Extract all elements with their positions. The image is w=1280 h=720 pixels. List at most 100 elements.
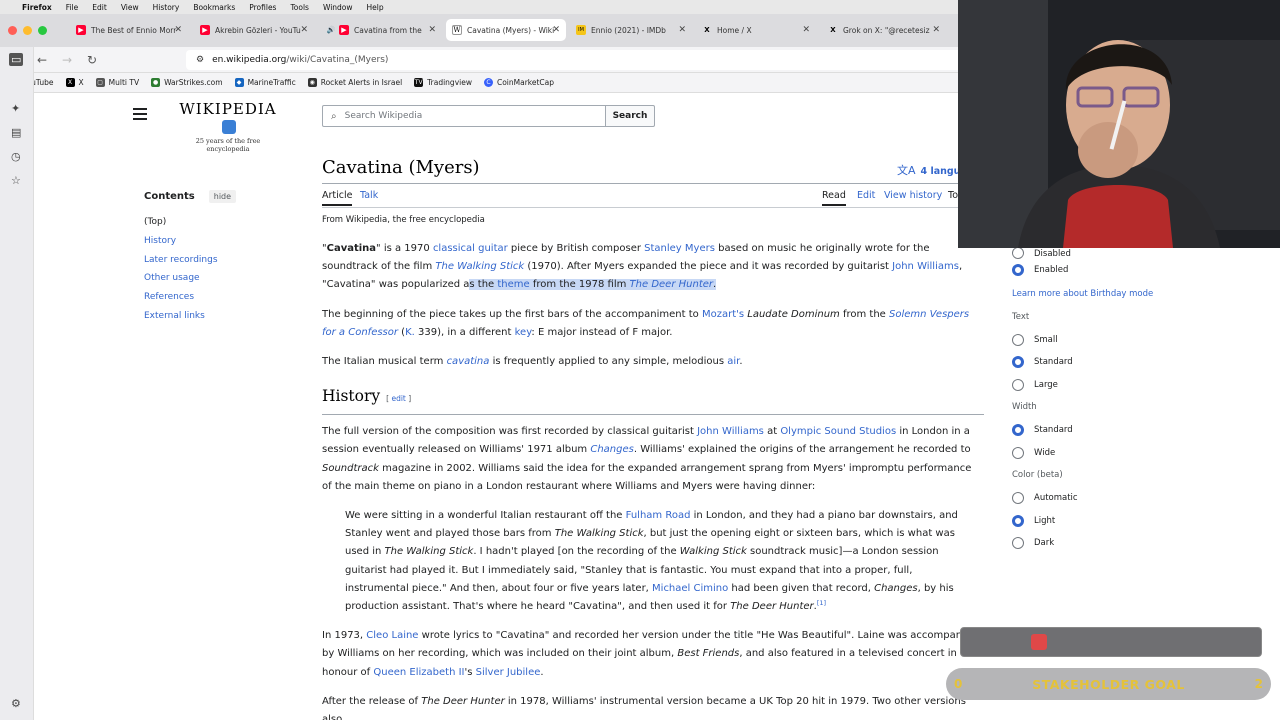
toc-item-references[interactable]: References	[144, 288, 294, 307]
browser-tab[interactable]: X Home / X ✕	[696, 19, 816, 41]
radio-text-small[interactable]: Small	[1012, 329, 1182, 352]
browser-tab[interactable]: IM Ennio (2021) - IMDb ✕	[570, 19, 692, 41]
back-icon[interactable]: ←	[37, 53, 47, 67]
bookmark-tradingview[interactable]: TV Tradingview	[414, 78, 472, 87]
edit-link-text[interactable]: edit	[391, 394, 405, 403]
wikipedia-logo[interactable]: WIKIPEDIA 25 years of the free encyclope…	[178, 100, 278, 153]
radio-button-selected[interactable]	[1012, 356, 1024, 369]
bookmarks-icon[interactable]: ☆	[11, 174, 21, 187]
browser-tab[interactable]: ▶ Akrebin Gözleri - YouTu ✕	[194, 19, 314, 41]
link-theme[interactable]: theme	[497, 279, 529, 290]
bookmark-warstrikes[interactable]: ● WarStrikes.com	[151, 78, 223, 87]
radio-disabled[interactable]: Disabled	[1012, 247, 1182, 259]
radio-button[interactable]	[1012, 378, 1024, 391]
close-tab-icon[interactable]: ✕	[300, 25, 308, 35]
menu-file[interactable]: File	[66, 3, 79, 12]
radio-button[interactable]	[1012, 492, 1024, 505]
menu-app-firefox[interactable]: Firefox	[22, 3, 52, 12]
radio-button-selected[interactable]	[1012, 514, 1024, 527]
tab-talk[interactable]: Talk	[360, 190, 378, 201]
address-bar[interactable]: ⚙ en.wikipedia.org/wiki/Cavatina_(Myers)	[186, 50, 966, 70]
birthday-mode-link[interactable]: Learn more about Birthday mode	[1012, 282, 1182, 306]
radio-button[interactable]	[1012, 333, 1024, 346]
radio-color-light[interactable]: Light	[1012, 510, 1182, 533]
link-cleo-laine[interactable]: Cleo Laine	[366, 630, 418, 641]
browser-tab[interactable]: ▶ The Best of Ennio Morr ✕	[70, 19, 188, 41]
sidebar-tab-icon[interactable]: ▭	[9, 53, 24, 66]
menu-window[interactable]: Window	[323, 3, 353, 12]
toc-item-history[interactable]: History	[144, 232, 294, 251]
history-icon[interactable]: ◷	[11, 150, 21, 163]
link-john-williams[interactable]: John Williams	[697, 426, 764, 437]
close-tab-icon[interactable]: ✕	[552, 25, 560, 35]
radio-enabled[interactable]: Enabled	[1012, 259, 1182, 282]
radio-text-standard[interactable]: Standard	[1012, 351, 1182, 374]
toc-item-later-recordings[interactable]: Later recordings	[144, 251, 294, 270]
radio-color-automatic[interactable]: Automatic	[1012, 487, 1182, 510]
browser-tab[interactable]: 🔊 ▶ Cavatina from the ✕	[320, 19, 442, 41]
settings-icon[interactable]: ⚙	[11, 697, 21, 710]
edit-section-link[interactable]: [ edit ]	[386, 394, 411, 403]
menu-help[interactable]: Help	[367, 3, 384, 12]
radio-button-selected[interactable]	[1012, 264, 1024, 277]
close-tab-icon[interactable]: ✕	[802, 25, 810, 35]
tab-article[interactable]: Article	[322, 190, 353, 206]
zoom-window-icon[interactable]	[38, 26, 47, 35]
browser-tab[interactable]: X Grok on X: "@recetesiz ✕	[822, 19, 946, 41]
link-silver-jubilee[interactable]: Silver Jubilee	[476, 667, 541, 678]
close-tab-icon[interactable]: ✕	[678, 25, 686, 35]
forward-icon[interactable]: →	[62, 53, 72, 67]
browser-tab-active[interactable]: W Cavatina (Myers) - Wiki ✕	[446, 19, 566, 41]
link-fulham-road[interactable]: Fulham Road	[626, 510, 691, 521]
menu-view[interactable]: View	[121, 3, 139, 12]
menu-history[interactable]: History	[153, 3, 180, 12]
link-john-williams[interactable]: John Williams	[892, 261, 959, 272]
ai-chat-icon[interactable]: ✦	[11, 102, 20, 115]
link-the-walking-stick[interactable]: The Walking Stick	[435, 261, 524, 272]
close-tab-icon[interactable]: ✕	[932, 25, 940, 35]
radio-text-large[interactable]: Large	[1012, 374, 1182, 397]
bookmark-rocket-alerts[interactable]: ◉ Rocket Alerts in Israel	[307, 78, 402, 87]
bookmark-coinmarketcap[interactable]: C CoinMarketCap	[483, 78, 554, 87]
radio-button-selected[interactable]	[1012, 424, 1024, 437]
radio-button[interactable]	[1012, 446, 1024, 459]
link-cavatina[interactable]: cavatina	[447, 356, 490, 367]
bookmark-x[interactable]: XX	[65, 78, 84, 87]
minimize-window-icon[interactable]	[23, 26, 32, 35]
tab-tools[interactable]: To	[948, 190, 958, 201]
search-input[interactable]: ⌕ Search Wikipedia	[322, 105, 606, 127]
search-button[interactable]: Search	[605, 105, 655, 127]
radio-color-dark[interactable]: Dark	[1012, 532, 1182, 555]
radio-width-wide[interactable]: Wide	[1012, 442, 1182, 465]
link-changes[interactable]: Changes	[590, 444, 634, 455]
toc-hide-button[interactable]: hide	[208, 190, 237, 203]
close-tab-icon[interactable]: ✕	[174, 25, 182, 35]
synced-tabs-icon[interactable]: ▤	[11, 126, 21, 139]
link-classical-guitar[interactable]: classical guitar	[433, 243, 508, 254]
menu-tools[interactable]: Tools	[290, 3, 308, 12]
link-michael-cimino[interactable]: Michael Cimino	[652, 583, 728, 594]
link-key[interactable]: key	[515, 327, 532, 338]
close-tab-icon[interactable]: ✕	[428, 25, 436, 35]
menu-profiles[interactable]: Profiles	[249, 3, 276, 12]
tab-edit[interactable]: Edit	[857, 190, 875, 201]
bookmark-multi-tv[interactable]: ▢ Multi TV	[95, 78, 139, 87]
menu-bookmarks[interactable]: Bookmarks	[193, 3, 235, 12]
radio-button[interactable]	[1012, 537, 1024, 550]
link-queen-elizabeth-ii[interactable]: Queen Elizabeth II	[373, 667, 464, 678]
link-air[interactable]: air	[727, 356, 739, 367]
link-solemn-vespers[interactable]: Solemn Vespers for a Confessor	[322, 309, 969, 338]
link-olympic-sound-studios[interactable]: Olympic Sound Studios	[780, 426, 896, 437]
radio-width-standard[interactable]: Standard	[1012, 419, 1182, 442]
tab-view-history[interactable]: View history	[884, 190, 942, 201]
citation-1[interactable]: [1]	[817, 599, 826, 607]
link-k[interactable]: K.	[405, 327, 415, 338]
toc-item-top[interactable]: (Top)	[144, 213, 294, 232]
main-menu-icon[interactable]	[133, 108, 147, 120]
bookmark-marinetraffic[interactable]: ◆ MarineTraffic	[234, 78, 296, 87]
toc-item-other-usage[interactable]: Other usage	[144, 269, 294, 288]
toc-item-external-links[interactable]: External links	[144, 307, 294, 326]
close-window-icon[interactable]	[8, 26, 17, 35]
link-stanley-myers[interactable]: Stanley Myers	[644, 243, 715, 254]
link-the-deer-hunter[interactable]: The Deer Hunter	[630, 279, 713, 290]
